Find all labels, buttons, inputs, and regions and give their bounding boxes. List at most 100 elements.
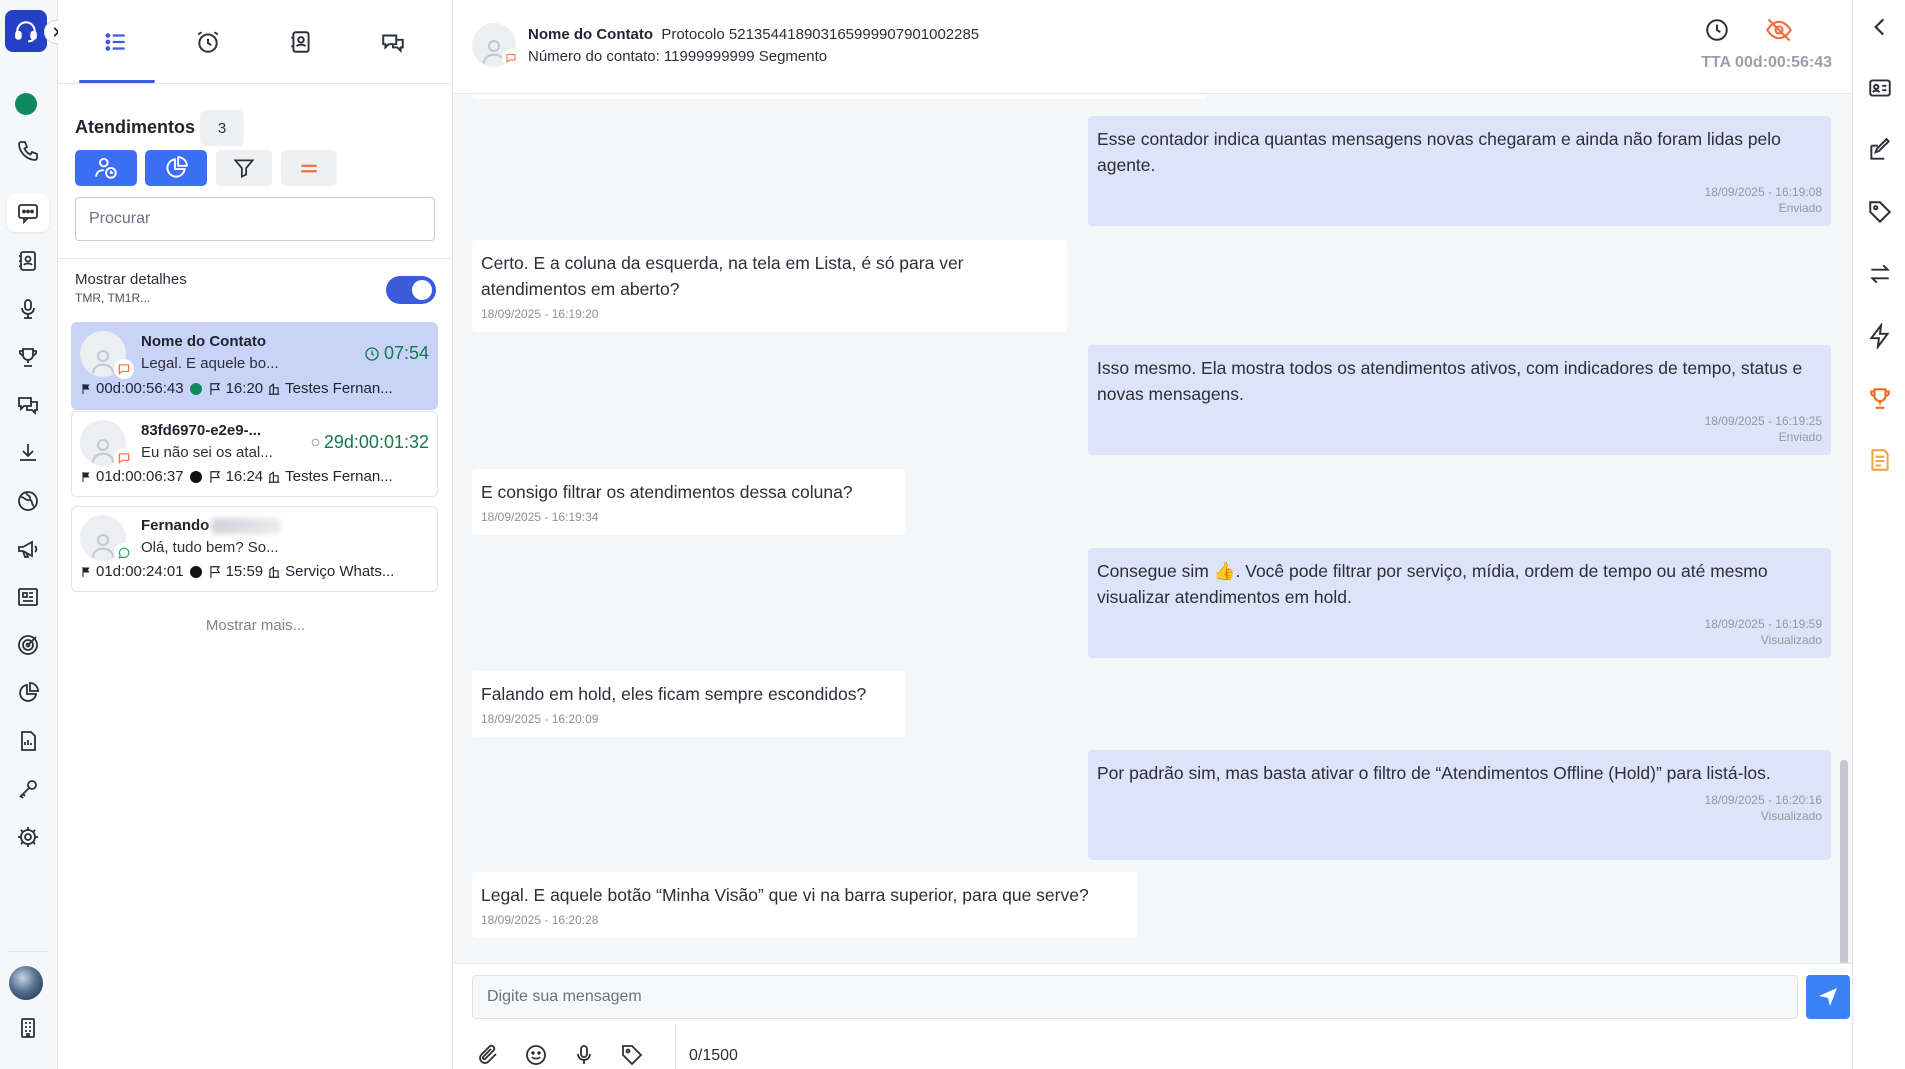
target-nav-button[interactable] xyxy=(7,626,49,664)
message-composer: 0/1500 xyxy=(454,963,1852,1069)
service-icon xyxy=(268,382,280,395)
attendance-card[interactable]: Nome do Contato Legal. E aquele bo... 07… xyxy=(71,322,438,410)
card-meta: 01d:00:06:37 16:24 Testes Fernan... xyxy=(80,468,393,485)
edit-note-icon xyxy=(1870,137,1891,160)
user-avatar[interactable] xyxy=(9,966,43,1000)
gamification-button[interactable] xyxy=(1865,383,1895,413)
send-button[interactable] xyxy=(1806,975,1850,1019)
transfer-button[interactable] xyxy=(1865,259,1895,289)
channel-badge xyxy=(502,49,520,67)
list-icon xyxy=(105,33,125,51)
message-text: Isso mesmo. Ela mostra todos os atendime… xyxy=(1097,358,1803,404)
globe-nav-button[interactable] xyxy=(7,482,49,520)
main-navigation-rail xyxy=(0,0,68,1069)
service-icon xyxy=(268,565,280,578)
message-status: Visualizado xyxy=(1760,633,1822,647)
duration-value: 01d:00:24:01 xyxy=(96,563,184,580)
chat-header: Nome do Contato Protocolo 52135441890316… xyxy=(454,0,1852,94)
show-details-subtitle: TMR, TM1R... xyxy=(75,291,151,305)
card-meta: 01d:00:24:01 15:59 Serviço Whats... xyxy=(80,563,394,580)
tab-schedule[interactable] xyxy=(183,22,233,62)
person-placeholder-icon xyxy=(92,439,114,463)
chevron-left-icon xyxy=(1874,18,1885,36)
notes-button[interactable] xyxy=(1865,445,1895,475)
app-logo[interactable] xyxy=(5,10,47,52)
composer-divider xyxy=(675,1024,676,1069)
emoji-icon xyxy=(526,1045,546,1065)
person-placeholder-icon xyxy=(92,350,114,374)
equals-icon xyxy=(301,164,317,173)
message-status: Enviado xyxy=(1778,430,1822,444)
message-text: E consigo filtrar os atendimentos dessa … xyxy=(481,482,853,502)
search-input[interactable] xyxy=(75,197,435,241)
last-message-preview: Eu não sei os atal... xyxy=(141,444,273,461)
attendance-card[interactable]: Fernando Olá, tudo bem? So... 01d:00:24:… xyxy=(71,506,438,592)
filter-icon xyxy=(233,159,255,179)
chat-nav-button[interactable] xyxy=(7,194,49,232)
settings-nav-button[interactable] xyxy=(7,818,49,856)
clock-icon[interactable] xyxy=(1704,17,1730,43)
attendance-card[interactable]: 83fd6970-e2e9-... Eu não sei os atal... … xyxy=(71,411,438,497)
message-timestamp: 18/09/2025 - 16:19:34 xyxy=(481,510,599,524)
show-details-toggle[interactable] xyxy=(386,276,436,304)
headset-icon xyxy=(15,21,37,43)
tab-contacts[interactable] xyxy=(276,22,326,62)
trophy-icon xyxy=(1870,388,1890,409)
my-vision-filter-button[interactable] xyxy=(145,150,207,186)
lightning-icon xyxy=(1869,323,1890,349)
message-text: Falando em hold, eles ficam sempre escon… xyxy=(481,684,867,704)
newspaper-nav-button[interactable] xyxy=(7,578,49,616)
wait-timer: 07:54 xyxy=(364,343,429,364)
status-dot xyxy=(189,470,202,483)
download-icon xyxy=(20,444,36,461)
download-nav-button[interactable] xyxy=(7,434,49,472)
agent-status-indicator[interactable] xyxy=(15,93,37,115)
contacts-nav-button[interactable] xyxy=(7,242,49,280)
small-clock-icon xyxy=(311,438,320,447)
pie-chart-nav-button[interactable] xyxy=(7,674,49,712)
report-nav-button[interactable] xyxy=(7,722,49,760)
pie-chart-icon xyxy=(19,682,39,702)
tab-list[interactable] xyxy=(91,22,141,62)
message-scrollbar[interactable] xyxy=(1840,760,1848,963)
megaphone-nav-button[interactable] xyxy=(7,530,49,568)
tab-conversations[interactable] xyxy=(368,22,418,62)
transfer-icon xyxy=(1870,264,1890,284)
phone-icon xyxy=(18,141,38,161)
flag-icon xyxy=(82,471,90,482)
show-more-link[interactable]: Mostrar mais... xyxy=(58,617,453,634)
send-icon xyxy=(1819,988,1837,1006)
newspaper-icon xyxy=(18,588,38,606)
id-card-icon xyxy=(1869,79,1891,97)
tags-button[interactable] xyxy=(1865,197,1895,227)
my-attendances-filter-button[interactable] xyxy=(75,150,137,186)
message-text: Consegue sim 👍. Você pode filtrar por se… xyxy=(1097,561,1768,607)
flag-icon xyxy=(82,383,90,394)
notes-icon xyxy=(1871,449,1889,471)
building-nav-button[interactable] xyxy=(7,1009,49,1047)
quick-actions-button[interactable] xyxy=(1865,321,1895,351)
microphone-nav-button[interactable] xyxy=(7,290,49,328)
chat-bubbles-icon xyxy=(382,34,404,54)
record-audio-button[interactable] xyxy=(570,1041,598,1069)
conversations-nav-button[interactable] xyxy=(7,386,49,424)
sort-button[interactable] xyxy=(281,150,337,186)
attach-button[interactable] xyxy=(474,1041,502,1069)
collapse-panel-button[interactable] xyxy=(1865,12,1895,42)
trophy-nav-button[interactable] xyxy=(7,338,49,376)
tag-button[interactable] xyxy=(618,1041,646,1069)
emoji-button[interactable] xyxy=(522,1041,550,1069)
message-bubble-outgoing: Consegue sim 👍. Você pode filtrar por se… xyxy=(1088,548,1831,658)
contact-info-button[interactable] xyxy=(1865,73,1895,103)
tag-icon xyxy=(622,1045,643,1066)
globe-icon xyxy=(18,491,38,511)
edit-note-button[interactable] xyxy=(1865,135,1895,165)
service-name: Testes Fernan... xyxy=(285,468,393,485)
checkered-flag-icon xyxy=(209,470,220,483)
key-nav-button[interactable] xyxy=(7,770,49,808)
eye-off-icon[interactable] xyxy=(1765,16,1793,44)
phone-nav-button[interactable] xyxy=(7,132,49,170)
character-counter: 0/1500 xyxy=(689,1047,738,1064)
message-input[interactable] xyxy=(472,975,1798,1019)
filter-button[interactable] xyxy=(216,150,272,186)
